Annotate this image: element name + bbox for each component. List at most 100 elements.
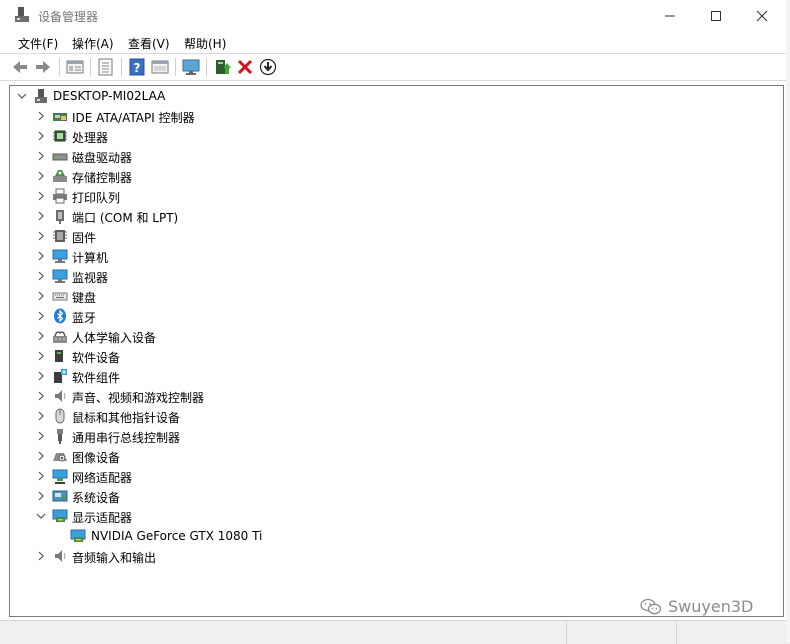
chevron-right-icon[interactable] [36,451,46,461]
tree-category-item[interactable]: 鼠标和其他指针设备 [10,406,770,426]
minimize-button[interactable] [647,0,693,31]
chevron-right-icon[interactable] [36,131,46,141]
chevron-down-icon[interactable] [17,91,27,101]
tree-root-label: DESKTOP-MI02LAA [53,89,166,103]
chevron-right-icon[interactable] [36,231,46,241]
tree-category-item[interactable]: 蓝牙 [10,306,770,326]
tree-category-item[interactable]: 打印队列 [10,186,770,206]
tree-category-item[interactable]: 端口 (COM 和 LPT) [10,206,770,226]
status-divider [566,621,567,644]
tree-device-item[interactable]: NVIDIA GeForce GTX 1080 Ti [10,526,770,546]
view-icon[interactable] [151,58,169,76]
monitor-icon[interactable] [182,58,200,76]
properties-icon[interactable] [66,58,84,76]
display-adapter-icon [52,509,68,522]
chevron-right-icon[interactable] [36,491,46,501]
chevron-right-icon[interactable] [36,411,46,421]
chevron-right-icon[interactable] [36,351,46,361]
chevron-right-icon[interactable] [36,471,46,481]
tree-item-label: 处理器 [72,131,109,145]
tree-category-item[interactable]: 通用串行总线控制器 [10,426,770,446]
tree-category-item[interactable]: 声音、视频和游戏控制器 [10,386,770,406]
software-component-icon [54,369,67,383]
tree-category-item[interactable]: 处理器 [10,126,770,146]
tree-category-item[interactable]: 软件设备 [10,346,770,366]
tree-item-label: 人体学输入设备 [72,331,157,345]
status-divider [676,621,677,644]
tree-item-label: 软件设备 [72,351,121,365]
chevron-right-icon[interactable] [36,431,46,441]
close-icon [756,10,768,21]
tree-item-label: 固件 [72,231,97,245]
tree-item-label: 音频输入和输出 [72,551,157,565]
hid-icon [53,331,67,343]
chevron-right-icon[interactable] [36,251,46,261]
tree-item-label: 鼠标和其他指针设备 [72,411,181,425]
tree-category-item[interactable]: 固件 [10,226,770,246]
window-title: 设备管理器 [38,10,99,24]
chevron-right-icon[interactable] [36,331,46,341]
device-manager-icon [15,7,29,22]
bluetooth-icon [54,308,66,324]
keyboard-icon [52,292,68,301]
tree-category-item[interactable]: 音频输入和输出 [10,546,770,566]
help-icon[interactable]: ? [128,58,146,76]
tree-item-label: 网络适配器 [72,471,133,485]
tree-category-item[interactable]: 计算机 [10,246,770,266]
chevron-right-icon[interactable] [36,551,46,561]
menu-action[interactable]: 操作(A) [72,35,114,52]
tree-category-item[interactable]: 图像设备 [10,446,770,466]
title-bar[interactable]: 设备管理器 [0,0,786,31]
chevron-right-icon[interactable] [36,371,46,381]
update-driver-icon[interactable] [213,58,231,76]
uninstall-icon[interactable] [236,58,254,76]
tree-root[interactable]: DESKTOP-MI02LAA [10,86,770,106]
tree-category-item[interactable]: IDE ATA/ATAPI 控制器 [10,106,770,126]
menu-help[interactable]: 帮助(H) [184,35,226,52]
minimize-icon [665,15,675,16]
chevron-right-icon[interactable] [36,111,46,121]
back-icon[interactable] [11,58,29,76]
watermark: Swuyen3D [640,597,753,616]
tree-category-item[interactable]: 人体学输入设备 [10,326,770,346]
toolbar-separator [90,58,91,76]
tree-item-label: 存储控制器 [72,171,133,185]
chevron-right-icon[interactable] [36,151,46,161]
tree-item-label: 软件组件 [72,371,121,385]
forward-icon[interactable] [34,58,52,76]
chevron-right-icon[interactable] [36,311,46,321]
chevron-right-icon[interactable] [36,171,46,181]
tree-item-label: 监视器 [72,271,109,285]
tree-item-label: 磁盘驱动器 [72,151,133,165]
chevron-right-icon[interactable] [36,211,46,221]
chevron-right-icon[interactable] [36,291,46,301]
storage-controller-icon [53,170,67,182]
tree-category-item[interactable]: 系统设备 [10,486,770,506]
tree-category-item[interactable]: 网络适配器 [10,466,770,486]
toolbar-separator [175,58,176,76]
watermark-text: Swuyen3D [668,597,754,616]
tree-category-item[interactable]: 磁盘驱动器 [10,146,770,166]
tree-item-label: IDE ATA/ATAPI 控制器 [72,111,195,125]
chevron-right-icon[interactable] [36,191,46,201]
tree-category-item[interactable]: 键盘 [10,286,770,306]
disk-drive-icon [52,153,68,161]
menu-view[interactable]: 查看(V) [128,35,170,52]
software-device-icon [55,350,63,362]
list-view-icon[interactable] [97,58,115,76]
menu-file[interactable]: 文件(F) [18,35,58,52]
close-button[interactable] [739,0,785,31]
display-adapter-icon [70,529,86,542]
download-icon[interactable] [259,58,277,76]
tree-category-item[interactable]: 显示适配器 [10,506,770,526]
chevron-down-icon[interactable] [36,511,46,521]
wechat-icon [640,598,662,614]
device-tree: DESKTOP-MI02LAA IDE ATA/ATAPI 控制器 处理器磁盘驱动器… [9,85,784,617]
tree-category-item[interactable]: 存储控制器 [10,166,770,186]
chevron-right-icon[interactable] [36,391,46,401]
tree-category-item[interactable]: 软件组件 [10,366,770,386]
chevron-right-icon[interactable] [36,271,46,281]
maximize-button[interactable] [693,0,739,31]
network-adapter-icon [52,469,68,484]
tree-category-item[interactable]: 监视器 [10,266,770,286]
